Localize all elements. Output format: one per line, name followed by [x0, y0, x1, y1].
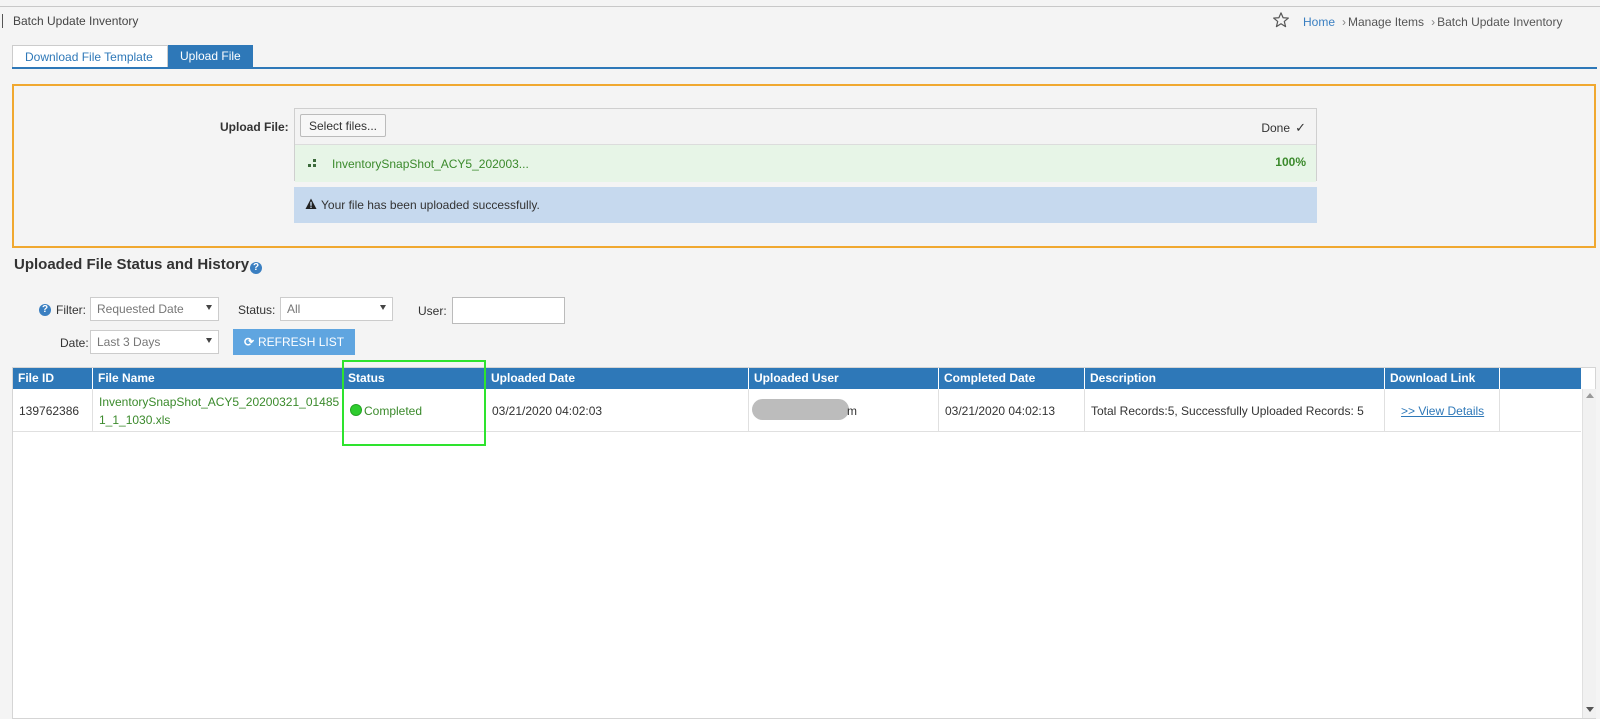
tab-underline	[12, 67, 1597, 69]
filter-label: Filter:	[56, 303, 86, 317]
star-icon[interactable]	[1272, 11, 1290, 29]
check-icon: ✓	[1295, 120, 1306, 135]
uploaded-user-text: m	[847, 404, 857, 418]
file-icon	[308, 159, 318, 168]
table-header: File ID File Name Status Uploaded Date U…	[13, 368, 1581, 389]
history-table: File ID File Name Status Uploaded Date U…	[12, 367, 1596, 719]
date-select[interactable]: Last 3 Days	[90, 330, 219, 354]
column-header-file-name[interactable]: File Name	[93, 368, 343, 389]
table-row: 139762386 InventorySnapShot_ACY5_2020032…	[13, 389, 1581, 432]
column-header-status[interactable]: Status	[343, 368, 486, 389]
refresh-list-button[interactable]: ⟳ REFRESH LIST	[233, 329, 355, 355]
cell-status: Completed	[343, 389, 486, 432]
column-header-completed-date[interactable]: Completed Date	[939, 368, 1085, 389]
cell-description: Total Records:5, Successfully Uploaded R…	[1085, 389, 1385, 432]
file-name-line-2: 1_1_1030.xls	[99, 413, 171, 427]
redacted-user	[752, 399, 849, 420]
breadcrumb-home[interactable]: Home	[1303, 15, 1335, 29]
file-name-line-1: InventorySnapShot_ACY5_20200321_01485	[99, 395, 340, 409]
breadcrumb: Home › Manage Items › Batch Update Inventory	[1303, 15, 1562, 29]
cell-file-id: 139762386	[13, 389, 93, 432]
title-bar-marker	[2, 14, 3, 28]
tab-upload-file[interactable]: Upload File	[168, 45, 253, 68]
cell-download-link: >> View Details	[1385, 389, 1500, 432]
status-filter-label: Status:	[238, 303, 276, 317]
user-filter-label: User:	[418, 304, 447, 318]
chevron-down-icon	[206, 305, 212, 310]
column-header-uploaded-date[interactable]: Uploaded Date	[486, 368, 749, 389]
view-details-link[interactable]: >> View Details	[1401, 404, 1484, 418]
date-select-value: Last 3 Days	[97, 335, 161, 349]
filter-select[interactable]: Requested Date	[90, 297, 219, 321]
upload-widget: Select files... Done ✓ InventorySnapShot…	[294, 108, 1317, 182]
breadcrumb-manage-items[interactable]: Manage Items	[1348, 15, 1424, 29]
vertical-scrollbar[interactable]	[1582, 389, 1596, 718]
chevron-right-icon: ›	[1431, 15, 1436, 29]
upload-toolbar: Select files... Done ✓	[295, 109, 1316, 145]
column-header-description[interactable]: Description	[1085, 368, 1385, 389]
column-header-file-id[interactable]: File ID	[13, 368, 93, 389]
cell-completed-date: 03/21/2020 04:02:13	[939, 389, 1085, 432]
chevron-right-icon: ›	[1342, 15, 1347, 29]
tab-download-file-template[interactable]: Download File Template	[12, 45, 168, 68]
date-filter-label: Date:	[60, 336, 89, 350]
status-text: Completed	[364, 404, 423, 418]
chevron-down-icon	[206, 338, 212, 343]
chevron-down-icon	[380, 305, 386, 310]
column-header-download-link[interactable]: Download Link	[1385, 368, 1500, 389]
warning-icon	[305, 198, 317, 209]
breadcrumb-current: Batch Update Inventory	[1437, 15, 1563, 29]
success-message-text: Your file has been uploaded successfully…	[321, 198, 540, 212]
upload-file-label: Upload File:	[220, 120, 289, 134]
uploaded-file-row: InventorySnapShot_ACY5_202003... 100%	[295, 145, 1316, 182]
refresh-list-label: REFRESH LIST	[258, 335, 345, 349]
help-icon[interactable]: ?	[250, 262, 262, 274]
cell-uploaded-date: 03/21/2020 04:02:03	[486, 389, 749, 432]
cell-uploaded-user: m	[749, 389, 939, 432]
user-filter-input[interactable]	[452, 297, 565, 324]
section-title: Uploaded File Status and History	[14, 256, 250, 273]
upload-progress: 100%	[1275, 155, 1306, 169]
status-dot-icon	[350, 404, 362, 416]
status-select-value: All	[287, 302, 301, 316]
scroll-up-icon[interactable]	[1586, 393, 1594, 398]
uploaded-file-name: InventorySnapShot_ACY5_202003...	[332, 157, 529, 171]
status-select[interactable]: All	[280, 297, 393, 321]
column-header-uploaded-user[interactable]: Uploaded User	[749, 368, 939, 389]
refresh-icon: ⟳	[243, 335, 255, 349]
cell-file-name: InventorySnapShot_ACY5_20200321_01485 1_…	[93, 389, 343, 432]
scroll-down-icon[interactable]	[1586, 707, 1594, 712]
upload-success-message: Your file has been uploaded successfully…	[294, 187, 1317, 223]
filter-help-icon[interactable]: ?	[39, 304, 51, 316]
upload-status-label: Done	[1261, 121, 1290, 135]
filter-select-value: Requested Date	[97, 302, 184, 316]
page-title: Batch Update Inventory	[13, 14, 139, 28]
select-files-button[interactable]: Select files...	[300, 114, 386, 137]
upload-panel: Upload File: Select files... Done ✓ Inve…	[12, 84, 1596, 248]
page-header: Batch Update Inventory Home › Manage Items…	[0, 7, 1600, 37]
